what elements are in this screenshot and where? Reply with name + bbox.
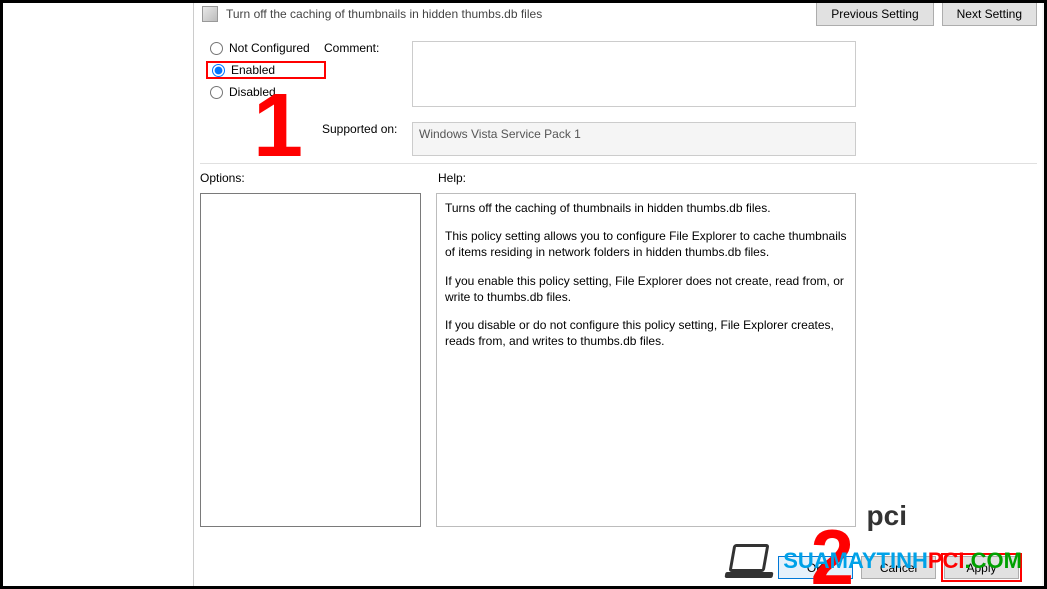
ok-button[interactable]: OK bbox=[778, 556, 853, 579]
help-paragraph: If you enable this policy setting, File … bbox=[445, 273, 847, 305]
help-pane: Turns off the caching of thumbnails in h… bbox=[436, 193, 856, 527]
radio-enabled-label: Enabled bbox=[231, 63, 275, 77]
help-paragraph: This policy setting allows you to config… bbox=[445, 228, 847, 260]
supported-on-value: Windows Vista Service Pack 1 bbox=[412, 122, 856, 156]
radio-enabled-input[interactable] bbox=[212, 64, 225, 77]
radio-not-configured-label: Not Configured bbox=[229, 41, 310, 55]
previous-setting-button[interactable]: Previous Setting bbox=[816, 2, 933, 26]
policy-title: Turn off the caching of thumbnails in hi… bbox=[226, 7, 808, 21]
radio-disabled[interactable]: Disabled bbox=[206, 83, 326, 101]
radio-not-configured-input[interactable] bbox=[210, 42, 223, 55]
dialog-buttons: OK Cancel Apply bbox=[778, 556, 1019, 579]
cancel-button[interactable]: Cancel bbox=[861, 556, 936, 579]
window-right-edge bbox=[1042, 3, 1047, 589]
comment-label: Comment: bbox=[324, 41, 379, 55]
help-paragraph: Turns off the caching of thumbnails in h… bbox=[445, 200, 847, 216]
separator bbox=[200, 163, 1037, 164]
supported-on-label: Supported on: bbox=[322, 122, 397, 136]
state-radios: Not Configured Enabled Disabled bbox=[206, 39, 326, 105]
policy-editor-window: Turn off the caching of thumbnails in hi… bbox=[193, 3, 1047, 589]
options-pane bbox=[200, 193, 421, 527]
policy-icon bbox=[202, 6, 218, 22]
screenshot-frame: Turn off the caching of thumbnails in hi… bbox=[0, 0, 1047, 589]
help-label: Help: bbox=[438, 171, 466, 185]
radio-disabled-label: Disabled bbox=[229, 85, 276, 99]
next-setting-button[interactable]: Next Setting bbox=[942, 2, 1037, 26]
radio-not-configured[interactable]: Not Configured bbox=[206, 39, 326, 57]
apply-button[interactable]: Apply bbox=[944, 556, 1019, 579]
comment-textarea[interactable] bbox=[412, 41, 856, 107]
header-row: Turn off the caching of thumbnails in hi… bbox=[202, 0, 1037, 29]
help-paragraph: If you disable or do not configure this … bbox=[445, 317, 847, 349]
radio-disabled-input[interactable] bbox=[210, 86, 223, 99]
radio-enabled[interactable]: Enabled bbox=[206, 61, 326, 79]
options-label: Options: bbox=[200, 171, 245, 185]
